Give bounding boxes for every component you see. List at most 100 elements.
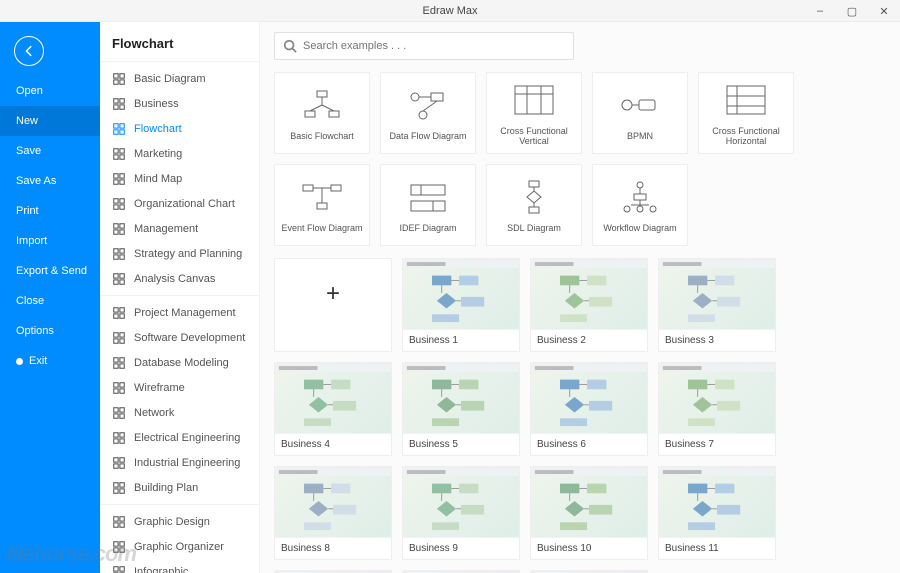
category-icon [112, 197, 126, 211]
template-label: Business 4 [275, 433, 391, 455]
category-label: Database Modeling [134, 357, 229, 369]
category-basic-diagram[interactable]: Basic Diagram [100, 66, 259, 91]
template-business-10[interactable]: Business 10 [530, 466, 648, 560]
subtype-label: BPMN [627, 131, 653, 141]
category-electrical-engineering[interactable]: Electrical Engineering [100, 425, 259, 450]
sidebar-item-export-send[interactable]: Export & Send [0, 256, 100, 286]
sidebar-item-label: Options [16, 325, 54, 337]
category-label: Strategy and Planning [134, 248, 242, 260]
subtype-icon [403, 177, 453, 217]
subtype-icon [403, 85, 453, 125]
subtype-label: Data Flow Diagram [389, 131, 466, 141]
subtype-tile-data-flow-diagram[interactable]: Data Flow Diagram [380, 72, 476, 154]
minimize-button[interactable]: – [804, 0, 836, 22]
category-icon [112, 122, 126, 136]
category-management[interactable]: Management [100, 216, 259, 241]
sidebar-item-save-as[interactable]: Save As [0, 166, 100, 196]
template-business-9[interactable]: Business 9 [402, 466, 520, 560]
category-organizational-chart[interactable]: Organizational Chart [100, 191, 259, 216]
category-label: Analysis Canvas [134, 273, 215, 285]
sidebar-item-label: Exit [29, 355, 47, 367]
subtype-icon [509, 177, 559, 217]
sidebar-item-close[interactable]: Close [0, 286, 100, 316]
panel-title: Flowchart [100, 22, 259, 61]
category-business[interactable]: Business [100, 91, 259, 116]
category-building-plan[interactable]: Building Plan [100, 475, 259, 500]
category-label: Organizational Chart [134, 198, 235, 210]
category-label: Software Development [134, 332, 245, 344]
template-business-2[interactable]: Business 2 [530, 258, 648, 352]
category-flowchart[interactable]: Flowchart [100, 116, 259, 141]
template-business-8[interactable]: Business 8 [274, 466, 392, 560]
subtype-tile-event-flow-diagram[interactable]: Event Flow Diagram [274, 164, 370, 246]
subtype-tile-cross-functional-horizontal[interactable]: Cross Functional Horizontal [698, 72, 794, 154]
category-network[interactable]: Network [100, 400, 259, 425]
app-title: Edraw Max [422, 5, 477, 17]
template-business-1[interactable]: Business 1 [402, 258, 520, 352]
subtype-label: Event Flow Diagram [281, 223, 362, 233]
search-box[interactable] [274, 32, 574, 60]
category-industrial-engineering[interactable]: Industrial Engineering [100, 450, 259, 475]
template-business-7[interactable]: Business 7 [658, 362, 776, 456]
search-icon [283, 39, 297, 53]
category-infographic[interactable]: Infographic [100, 559, 259, 573]
subtype-label: Cross Functional Vertical [491, 126, 577, 146]
sidebar-item-import[interactable]: Import [0, 226, 100, 256]
template-business-6[interactable]: Business 6 [530, 362, 648, 456]
maximize-button[interactable]: ▢ [836, 0, 868, 22]
category-project-management[interactable]: Project Management [100, 300, 259, 325]
search-input[interactable] [303, 40, 565, 52]
category-label: Project Management [134, 307, 236, 319]
sidebar-item-label: Print [16, 205, 39, 217]
sidebar-item-exit[interactable]: Exit [0, 346, 100, 376]
category-wireframe[interactable]: Wireframe [100, 375, 259, 400]
category-panel: Flowchart Basic Diagram Business Flowchart… [100, 22, 260, 573]
category-label: Marketing [134, 148, 182, 160]
category-icon [112, 481, 126, 495]
back-button[interactable] [14, 36, 44, 66]
sidebar-item-label: New [16, 115, 38, 127]
category-database-modeling[interactable]: Database Modeling [100, 350, 259, 375]
template-business-4[interactable]: Business 4 [274, 362, 392, 456]
category-label: Business [134, 98, 179, 110]
template-business-5[interactable]: Business 5 [402, 362, 520, 456]
template-thumbnail [403, 363, 519, 433]
category-strategy-and-planning[interactable]: Strategy and Planning [100, 241, 259, 266]
subtype-tile-basic-flowchart[interactable]: Basic Flowchart [274, 72, 370, 154]
subtype-tile-workflow-diagram[interactable]: Workflow Diagram [592, 164, 688, 246]
sidebar-item-label: Save [16, 145, 41, 157]
template-blank[interactable]: + [274, 258, 392, 352]
template-business-3[interactable]: Business 3 [658, 258, 776, 352]
category-graphic-organizer[interactable]: Graphic Organizer [100, 534, 259, 559]
template-thumbnail [403, 259, 519, 329]
sidebar-item-open[interactable]: Open [0, 76, 100, 106]
template-thumbnail: + [275, 259, 391, 329]
sidebar-item-new[interactable]: New [0, 106, 100, 136]
template-label: Business 7 [659, 433, 775, 455]
category-analysis-canvas[interactable]: Analysis Canvas [100, 266, 259, 291]
category-icon [112, 147, 126, 161]
category-label: Flowchart [134, 123, 182, 135]
subtype-tile-cross-functional-vertical[interactable]: Cross Functional Vertical [486, 72, 582, 154]
category-icon [112, 222, 126, 236]
subtype-label: Cross Functional Horizontal [703, 126, 789, 146]
template-business-11[interactable]: Business 11 [658, 466, 776, 560]
category-icon [112, 540, 126, 554]
template-label: Business 9 [403, 537, 519, 559]
subtype-tile-sdl-diagram[interactable]: SDL Diagram [486, 164, 582, 246]
category-mind-map[interactable]: Mind Map [100, 166, 259, 191]
template-label: Business 8 [275, 537, 391, 559]
subtype-tile-bpmn[interactable]: BPMN [592, 72, 688, 154]
template-thumbnail [659, 467, 775, 537]
close-button[interactable]: ✕ [868, 0, 900, 22]
sidebar-item-label: Close [16, 295, 44, 307]
category-marketing[interactable]: Marketing [100, 141, 259, 166]
template-label: Business 5 [403, 433, 519, 455]
sidebar-item-print[interactable]: Print [0, 196, 100, 226]
category-software-development[interactable]: Software Development [100, 325, 259, 350]
sidebar-item-options[interactable]: Options [0, 316, 100, 346]
subtype-tile-idef-diagram[interactable]: IDEF Diagram [380, 164, 476, 246]
category-graphic-design[interactable]: Graphic Design [100, 509, 259, 534]
category-icon [112, 406, 126, 420]
sidebar-item-save[interactable]: Save [0, 136, 100, 166]
